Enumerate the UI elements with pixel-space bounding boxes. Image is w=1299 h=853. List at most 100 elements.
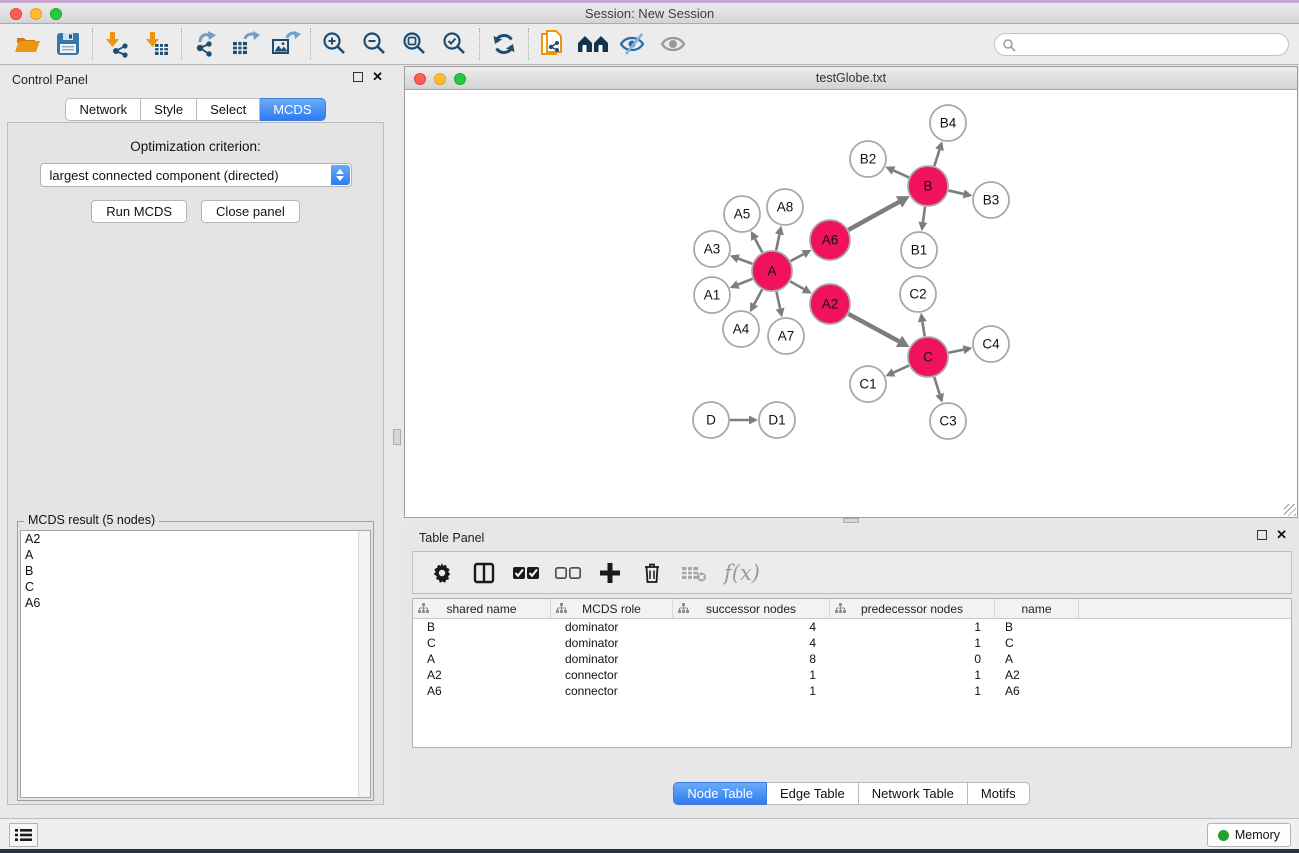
edge-B-B3[interactable] <box>948 191 963 194</box>
edge-B-B4[interactable] <box>934 150 939 166</box>
column-header-MCDS-role[interactable]: MCDS role <box>551 599 673 618</box>
mcds-result-list[interactable]: A2ABCA6 <box>20 530 371 798</box>
float-panel-icon[interactable] <box>353 72 363 82</box>
graph-node-A1[interactable]: A1 <box>694 277 730 313</box>
graph-node-D1[interactable]: D1 <box>759 402 795 438</box>
edge-C-C2[interactable] <box>922 322 924 337</box>
task-history-button[interactable] <box>9 823 38 847</box>
memory-button[interactable]: Memory <box>1207 823 1291 847</box>
import-network-icon[interactable] <box>97 26 137 62</box>
graph-node-A4[interactable]: A4 <box>723 311 759 347</box>
refresh-layout-icon[interactable] <box>484 26 524 62</box>
deselect-all-icon[interactable] <box>549 556 587 590</box>
delete-column-icon[interactable] <box>633 556 671 590</box>
graph-node-C2[interactable]: C2 <box>900 276 936 312</box>
edge-A-A1[interactable] <box>738 279 753 285</box>
edge-A6-B[interactable] <box>848 202 899 230</box>
tab-edge-table[interactable]: Edge Table <box>767 782 859 805</box>
edge-A2-C[interactable] <box>848 314 899 341</box>
table-row[interactable]: Cdominator41C <box>413 635 1291 651</box>
table-row[interactable]: A6connector11A6 <box>413 683 1291 699</box>
tab-style[interactable]: Style <box>141 98 197 121</box>
export-image-icon[interactable] <box>266 26 306 62</box>
first-neighbors-icon[interactable] <box>573 26 613 62</box>
import-table-icon[interactable] <box>137 26 177 62</box>
edge-A-A3[interactable] <box>738 259 752 264</box>
add-column-icon[interactable] <box>591 556 629 590</box>
close-panel-icon[interactable]: ✕ <box>372 72 383 82</box>
show-details-icon[interactable] <box>653 26 693 62</box>
graph-node-D[interactable]: D <box>693 402 729 438</box>
graph-node-A5[interactable]: A5 <box>724 196 760 232</box>
mcds-result-item[interactable]: A6 <box>21 595 370 611</box>
tab-network-table[interactable]: Network Table <box>859 782 968 805</box>
column-header-shared-name[interactable]: shared name <box>413 599 551 618</box>
graph-node-B[interactable]: B <box>908 166 948 206</box>
search-input[interactable] <box>1016 38 1266 52</box>
column-settings-icon[interactable] <box>423 556 461 590</box>
column-header-predecessor-nodes[interactable]: predecessor nodes <box>830 599 995 618</box>
fit-columns-icon[interactable] <box>465 556 503 590</box>
column-header-name[interactable]: name <box>995 599 1079 618</box>
graph-node-A7[interactable]: A7 <box>768 318 804 354</box>
zoom-in-icon[interactable] <box>315 26 355 62</box>
table-row[interactable]: A2connector11A2 <box>413 667 1291 683</box>
graph-node-A3[interactable]: A3 <box>694 231 730 267</box>
save-session-icon[interactable] <box>48 26 88 62</box>
graph-node-C4[interactable]: C4 <box>973 326 1009 362</box>
edge-A-A4[interactable] <box>754 290 762 305</box>
select-all-icon[interactable] <box>507 556 545 590</box>
edge-A-A5[interactable] <box>755 239 762 253</box>
edge-A-A6[interactable] <box>791 254 804 261</box>
split-divider-handle[interactable] <box>393 429 401 445</box>
edge-B-B1[interactable] <box>923 207 925 222</box>
graph-node-C[interactable]: C <box>908 337 948 377</box>
graph-node-A2[interactable]: A2 <box>810 284 850 324</box>
graph-node-A[interactable]: A <box>752 251 792 291</box>
edge-A-A7[interactable] <box>776 292 780 309</box>
hide-details-icon[interactable] <box>613 26 653 62</box>
edge-C-C3[interactable] <box>934 377 939 394</box>
graph-node-B1[interactable]: B1 <box>901 232 937 268</box>
graph-node-B2[interactable]: B2 <box>850 141 886 177</box>
zoom-fit-icon[interactable] <box>395 26 435 62</box>
graph-node-A6[interactable]: A6 <box>810 220 850 260</box>
split-divider-handle-horizontal[interactable] <box>843 518 859 523</box>
tab-select[interactable]: Select <box>197 98 260 121</box>
float-table-panel-icon[interactable] <box>1257 530 1267 540</box>
edge-C-C4[interactable] <box>949 350 964 353</box>
graph-node-B4[interactable]: B4 <box>930 105 966 141</box>
run-mcds-button[interactable]: Run MCDS <box>91 200 187 223</box>
resize-grip-icon[interactable] <box>1284 504 1296 516</box>
mcds-result-item[interactable]: A <box>21 547 370 563</box>
tab-node-table[interactable]: Node Table <box>673 782 767 805</box>
mcds-result-item[interactable]: C <box>21 579 370 595</box>
list-scrollbar[interactable] <box>358 531 370 797</box>
graph-node-C3[interactable]: C3 <box>930 403 966 439</box>
graph-node-A8[interactable]: A8 <box>767 189 803 225</box>
edge-B-B2[interactable] <box>894 170 909 177</box>
tab-network[interactable]: Network <box>65 98 141 121</box>
export-table-icon[interactable] <box>226 26 266 62</box>
tab-motifs[interactable]: Motifs <box>968 782 1030 805</box>
graph-node-B3[interactable]: B3 <box>973 182 1009 218</box>
mcds-result-item[interactable]: B <box>21 563 370 579</box>
zoom-selected-icon[interactable] <box>435 26 475 62</box>
export-network-icon[interactable] <box>186 26 226 62</box>
criterion-select[interactable]: largest connected component (directed) <box>40 163 352 187</box>
edge-A-A8[interactable] <box>776 234 779 250</box>
delete-table-icon[interactable] <box>675 556 713 590</box>
edge-A-A2[interactable] <box>790 281 804 289</box>
edge-C-C1[interactable] <box>894 366 909 373</box>
table-row[interactable]: Adominator80A <box>413 651 1291 667</box>
search-box[interactable] <box>994 33 1289 56</box>
close-panel-button[interactable]: Close panel <box>201 200 300 223</box>
function-builder-icon[interactable]: f(x) <box>717 556 767 590</box>
open-session-icon[interactable] <box>8 26 48 62</box>
zoom-out-icon[interactable] <box>355 26 395 62</box>
table-row[interactable]: Bdominator41B <box>413 619 1291 635</box>
close-table-panel-icon[interactable]: ✕ <box>1276 530 1287 540</box>
new-network-from-file-icon[interactable] <box>533 26 573 62</box>
graph-node-C1[interactable]: C1 <box>850 366 886 402</box>
mcds-result-item[interactable]: A2 <box>21 531 370 547</box>
